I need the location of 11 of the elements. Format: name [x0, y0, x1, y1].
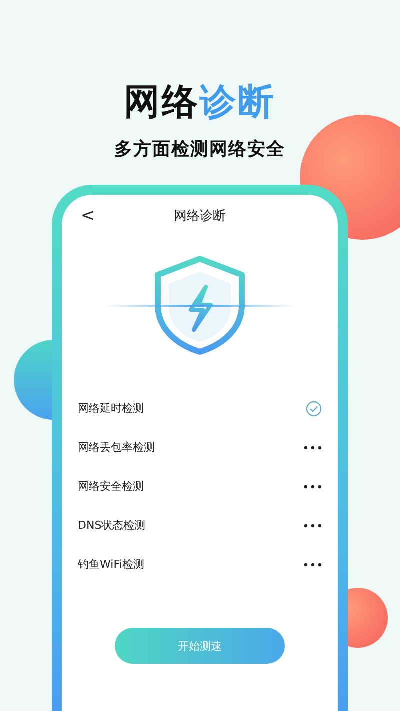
check-label: DNS状态检测 — [78, 518, 146, 533]
check-label: 网络安全检测 — [78, 479, 144, 494]
headline-word: 诊断 — [200, 82, 276, 123]
back-button[interactable]: < — [78, 206, 98, 226]
headline-word: 网络 — [124, 82, 200, 123]
check-label: 网络延时检测 — [78, 401, 144, 416]
shield-icon — [105, 255, 295, 355]
check-label: 钓鱼WiFi检测 — [78, 557, 144, 572]
check-label: 网络丢包率检测 — [78, 440, 155, 455]
subtitle: 多方面检测网络安全 — [114, 138, 286, 161]
screen-title: 网络诊断 — [174, 208, 226, 225]
